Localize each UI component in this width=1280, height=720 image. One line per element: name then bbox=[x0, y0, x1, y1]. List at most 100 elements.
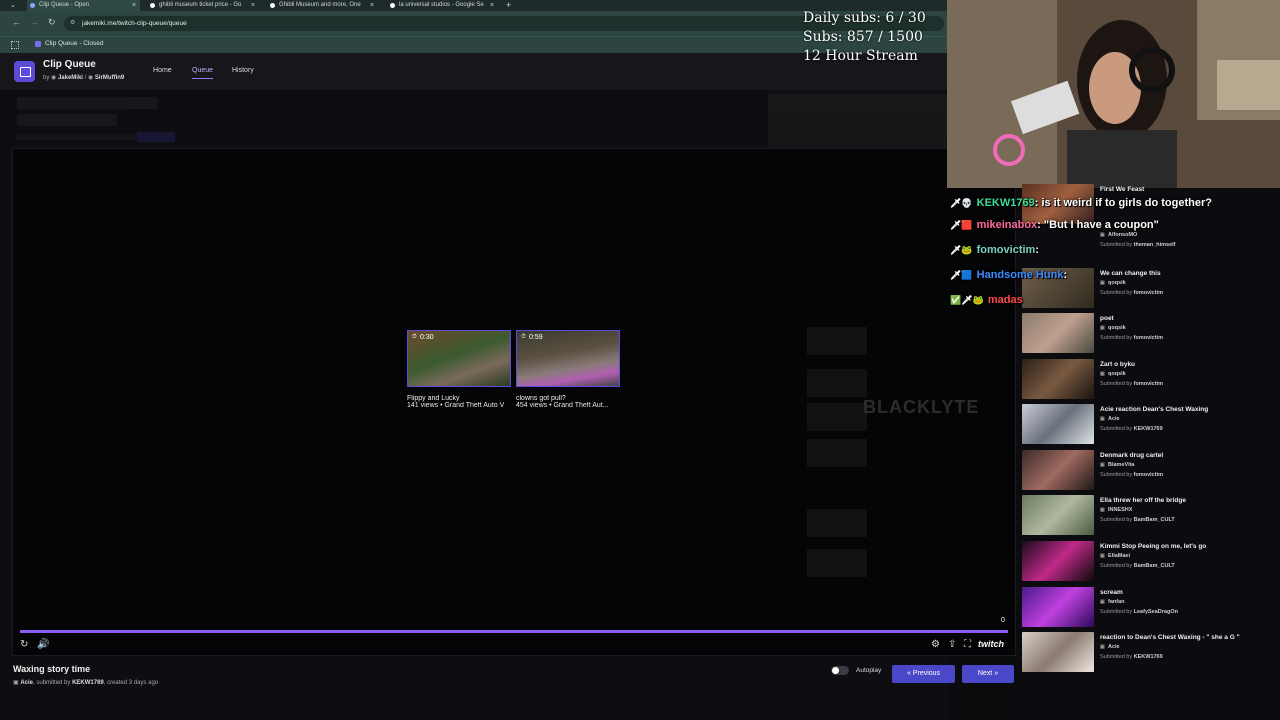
queue-item-channel: INNESHX bbox=[1100, 507, 1132, 513]
submitted-by-label: Submitted by bbox=[1100, 335, 1133, 341]
clip-created: , created 3 days ago bbox=[103, 680, 159, 686]
autoplay-label: Autoplay bbox=[856, 667, 882, 674]
author-separator: / bbox=[84, 75, 87, 81]
queue-item-submitter: Submitted by LeafySeaDragOn bbox=[1100, 609, 1178, 615]
tab-universal-studios[interactable]: la universal studios - Google Se × bbox=[387, 0, 498, 11]
submitted-by-label: Submitted by bbox=[1100, 242, 1133, 248]
app-title: Clip Queue bbox=[43, 59, 96, 70]
google-icon bbox=[150, 3, 155, 8]
current-clip-byline: ▣ Acie, submitted by KEKW1769, created 3… bbox=[13, 679, 158, 686]
apps-grid-icon[interactable] bbox=[11, 41, 19, 49]
ghost-row bbox=[807, 549, 867, 577]
stream-goal-overlay: Daily subs: 6 / 30 Subs: 857 / 1500 12 H… bbox=[803, 9, 926, 66]
nav-home[interactable]: Home bbox=[153, 67, 172, 74]
volume-icon[interactable]: 🔊 bbox=[37, 639, 49, 650]
queue-item[interactable]: reaction to Dean's Chest Waxing - " she … bbox=[1022, 632, 1280, 676]
queue-item-submitter: Submitted by fomovictim bbox=[1100, 290, 1163, 296]
clip-channel[interactable]: Acie bbox=[20, 680, 33, 686]
url-text: jakemiki.me/twitch-clip-queue/queue bbox=[82, 20, 187, 27]
queue-item[interactable]: scream fanfan Submitted by LeafySeaDragO… bbox=[1022, 587, 1280, 631]
clip-duration: 0:30 bbox=[412, 334, 434, 341]
forward-arrow-icon[interactable]: → bbox=[30, 17, 39, 27]
next-icon: » bbox=[994, 670, 999, 677]
bookmark-clip-queue[interactable]: Clip Queue - Closed bbox=[35, 40, 104, 47]
queue-thumbnail bbox=[1022, 495, 1094, 535]
queue-item-channel: qoqsik bbox=[1100, 325, 1126, 331]
queue-item-submitter: Submitted by fomovictim bbox=[1100, 472, 1163, 478]
chat-badges: 🗡🐸 bbox=[950, 245, 973, 255]
queue-item[interactable]: Zart o byku qoqsik Submitted by fomovict… bbox=[1022, 359, 1280, 403]
queue-item-title: Denmark drug cartel bbox=[1100, 452, 1164, 459]
new-tab-button[interactable]: + bbox=[506, 0, 511, 11]
end-screen-clip[interactable]: 0:59 clowns got pull? 454 views • Grand … bbox=[516, 330, 620, 409]
nav-history[interactable]: History bbox=[232, 67, 254, 74]
chat-username: madas bbox=[987, 294, 1023, 306]
queue-item-title: First We Feast bbox=[1100, 186, 1145, 193]
queue-thumbnail bbox=[1022, 359, 1094, 399]
previous-label: Previous bbox=[912, 670, 941, 677]
clip-thumbnail[interactable]: 0:59 bbox=[516, 330, 620, 387]
queue-item[interactable]: Ella threw her off the bridge INNESHX Su… bbox=[1022, 495, 1280, 539]
stream-label: 12 Hour Stream bbox=[803, 48, 918, 64]
github-icon: ◉ bbox=[87, 75, 94, 81]
queue-item[interactable]: Kimmi Stop Peeing on me, let's go EllaMa… bbox=[1022, 541, 1280, 585]
submitted-by-label: Submitted by bbox=[1100, 563, 1133, 569]
settings-gear-icon[interactable]: ⚙ bbox=[931, 639, 940, 650]
submitter-name: BamBam_CULT bbox=[1133, 517, 1175, 523]
close-tab-icon[interactable]: × bbox=[490, 0, 494, 11]
next-button[interactable]: Next » bbox=[962, 665, 1014, 683]
close-tab-icon[interactable]: × bbox=[132, 0, 136, 11]
submitted-by-label: Submitted by bbox=[1100, 654, 1133, 660]
chat-message: ✅🗡🐸 madas bbox=[950, 294, 1023, 306]
previous-icon: « bbox=[906, 670, 911, 677]
autoplay-toggle[interactable] bbox=[831, 666, 849, 675]
google-icon bbox=[390, 3, 395, 8]
submitted-by-label: Submitted by bbox=[1100, 426, 1133, 432]
queue-item[interactable]: Acie reaction Dean's Chest Waxing Acie S… bbox=[1022, 404, 1280, 448]
clip-submitter: KEKW1769 bbox=[72, 680, 104, 686]
queue-item[interactable]: poet qoqsik Submitted by fomovictim bbox=[1022, 313, 1280, 357]
tab-label: ghibli museum ticket price - Go bbox=[159, 2, 242, 8]
video-player[interactable]: BLACKLYTE bbox=[12, 148, 1016, 656]
end-screen-clip[interactable]: 0:30 Flippy and Lucky 141 views • Grand … bbox=[407, 330, 511, 409]
submitter-name: BamBam_CULT bbox=[1133, 563, 1175, 569]
subs-goal: Subs: 857 / 1500 bbox=[803, 29, 923, 45]
tab-clip-queue[interactable]: Clip Queue - Open × bbox=[27, 0, 140, 11]
close-tab-icon[interactable]: × bbox=[370, 0, 374, 11]
queue-item[interactable]: Denmark drug cartel BlameVita Submitted … bbox=[1022, 450, 1280, 494]
submitter-name: KEKW1769 bbox=[1133, 654, 1163, 660]
tab-ghibli-price[interactable]: ghibli museum ticket price - Go × bbox=[147, 0, 259, 11]
reload-icon[interactable]: ↻ bbox=[48, 17, 56, 28]
ghost-row bbox=[807, 403, 867, 431]
back-arrow-icon[interactable]: ← bbox=[12, 17, 21, 27]
queue-item-channel: qoqsik bbox=[1100, 280, 1126, 286]
clip-queue-logo-icon[interactable] bbox=[14, 61, 35, 82]
daily-subs-goal: Daily subs: 6 / 30 bbox=[803, 10, 926, 26]
queue-thumbnail bbox=[1022, 541, 1094, 581]
previous-button[interactable]: « Previous bbox=[892, 665, 955, 683]
site-info-icon[interactable]: ⚙ bbox=[70, 16, 75, 31]
tab-ghibli-museum[interactable]: Ghibli Museum and more, One × bbox=[267, 0, 378, 11]
submitter-name: KEKW1769 bbox=[1133, 426, 1163, 432]
submitted-by-label: Submitted by bbox=[1100, 290, 1133, 296]
replay-icon[interactable]: ↻ bbox=[20, 639, 28, 650]
queue-item-submitter: Submitted by theman_himself bbox=[1100, 242, 1176, 248]
chat-message: 🗡🟥 mikeinabox: "But I have a coupon" bbox=[950, 219, 1159, 231]
fullscreen-icon[interactable]: ⛶ bbox=[964, 639, 971, 650]
close-tab-icon[interactable]: × bbox=[251, 0, 255, 11]
tab-menu-icon[interactable]: ⌄ bbox=[10, 0, 16, 11]
author-link[interactable]: SirMuffin9 bbox=[95, 75, 124, 81]
twitch-logo[interactable]: twitch bbox=[978, 639, 1004, 649]
submitted-by-label: Submitted by bbox=[1100, 517, 1133, 523]
tab-label: la universal studios - Google Se bbox=[399, 2, 484, 8]
playback-progress-bar[interactable] bbox=[20, 630, 1008, 633]
clip-thumbnail[interactable]: 0:30 bbox=[407, 330, 511, 387]
clip-title: Flippy and Lucky bbox=[407, 395, 460, 402]
share-icon[interactable]: ⇪ bbox=[948, 639, 956, 650]
submitter-name: LeafySeaDragOn bbox=[1133, 609, 1178, 615]
submitted-by-label: Submitted by bbox=[1100, 381, 1133, 387]
webcam-image bbox=[947, 0, 1280, 188]
queue-item-title: poet bbox=[1100, 315, 1114, 322]
author-link[interactable]: JakeMiki bbox=[58, 75, 83, 81]
nav-queue[interactable]: Queue bbox=[192, 67, 214, 79]
